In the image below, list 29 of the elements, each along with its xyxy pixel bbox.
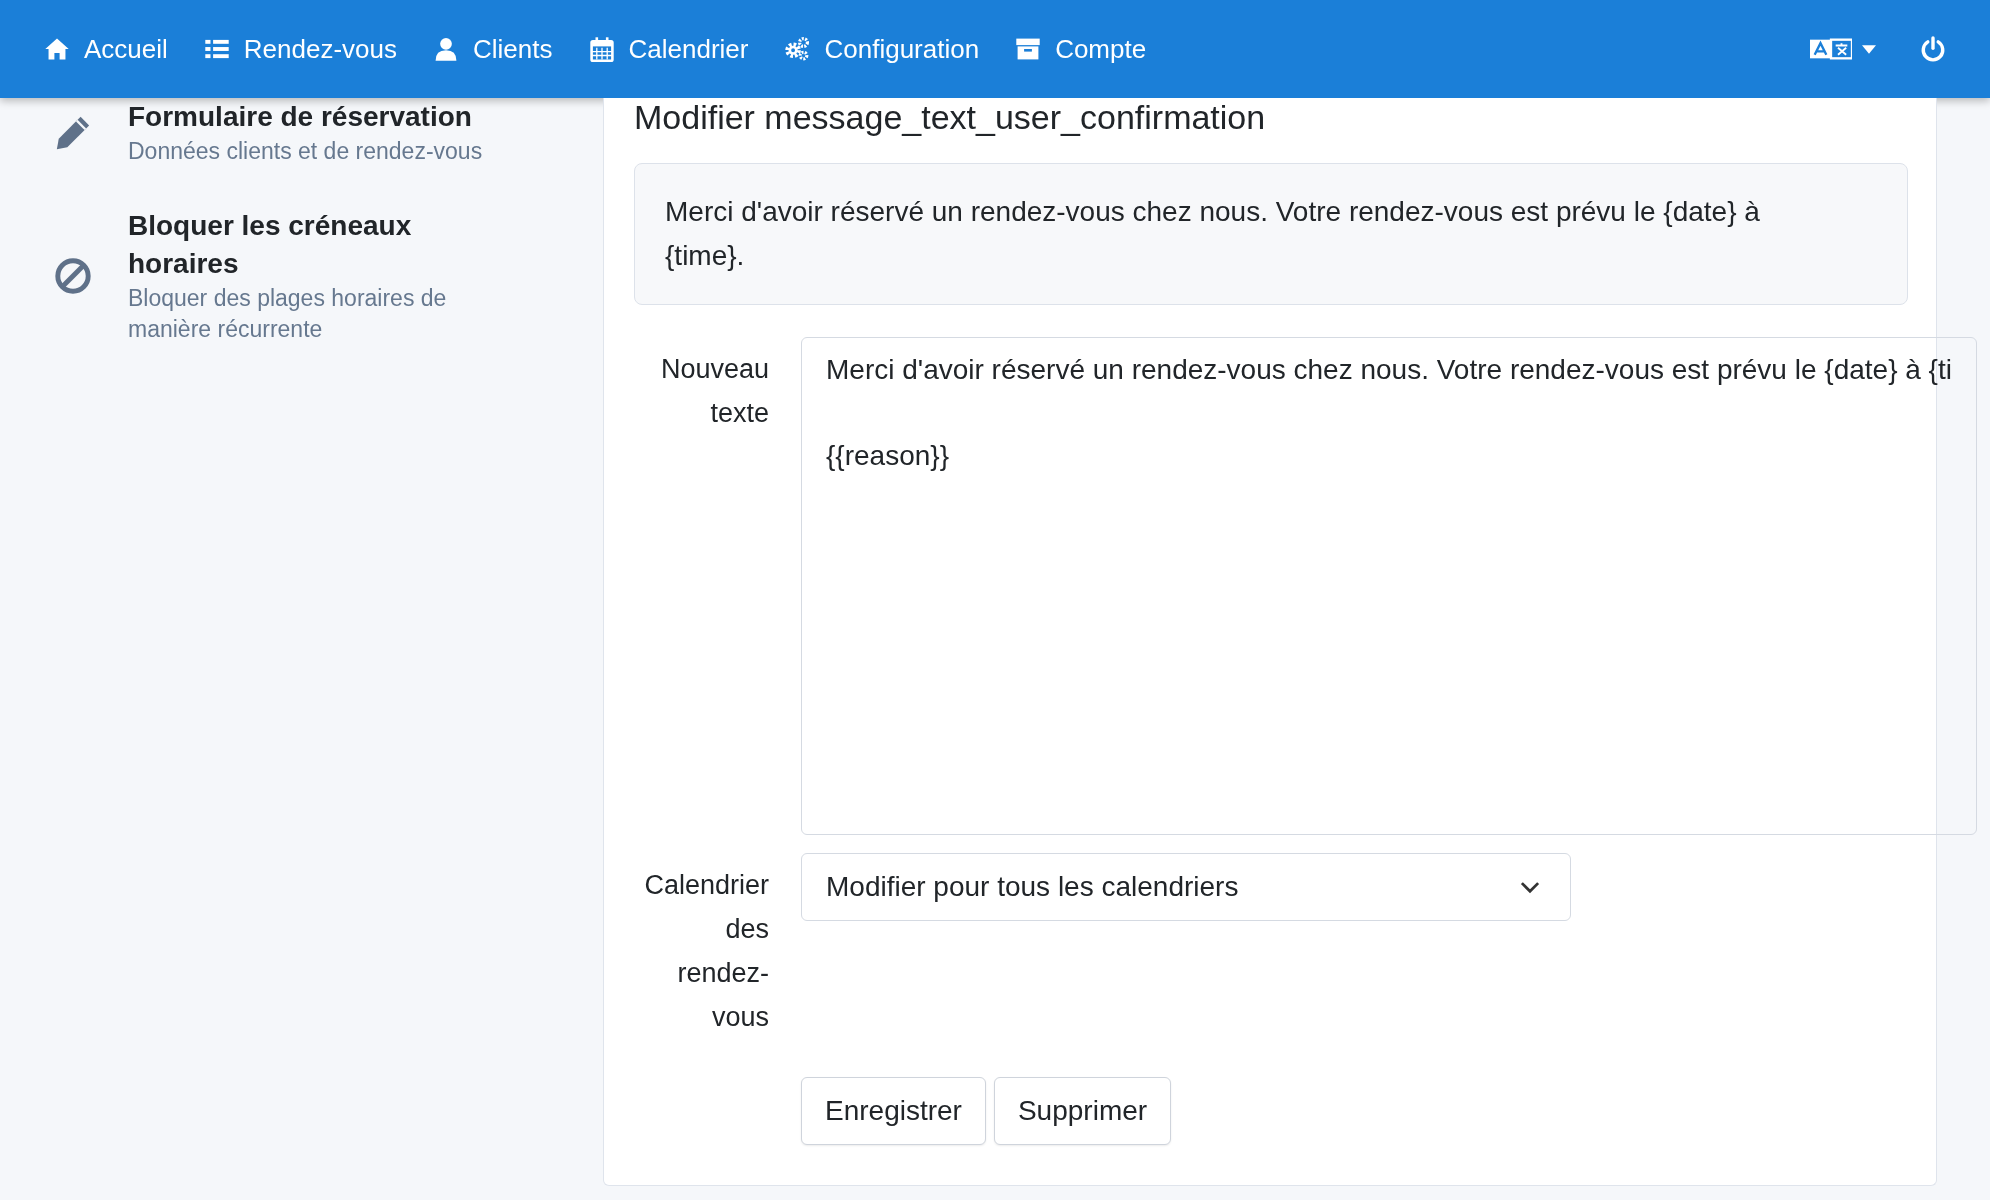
field-label: Nouveau texte [659,353,769,430]
nav-link[interactable]: Rendez-vous [203,33,398,65]
nav-link[interactable]: Configuration [784,33,980,65]
save-button[interactable]: Enregistrer [801,1077,986,1145]
nav-link[interactable]: Clients [433,33,553,65]
sidebar-item[interactable]: Formulaire de réservation Données clients et de rendez-vous [54,98,603,167]
sidebar-item-title: Formulaire de réservation [128,100,473,134]
calendar-select[interactable]: Modifier pour tous les calendriers [801,853,1571,921]
caret-icon [1862,44,1876,54]
calendar-icon [588,36,615,62]
power-icon [1920,36,1946,62]
sidebar-item-subtitle: Bloquer des plages horaires de manière récurrente [128,284,448,344]
gears-icon [784,36,811,62]
prohibited-icon [54,257,92,295]
delete-button[interactable]: Supprimer [993,1077,1172,1145]
chevron-down-icon [1520,880,1540,894]
nav-link[interactable]: Calendrier [588,33,749,65]
field-label: Calendrier des rendez-vous [643,869,769,1034]
home-icon [44,36,70,62]
sidebar-item[interactable]: Bloquer les créneaux horaires Bloquer des plages horaires de manière récurrente [54,207,603,345]
translate-icon [1810,37,1852,61]
archive-icon [1015,36,1042,62]
nav-link[interactable]: Accueil [44,33,168,65]
sidebar-item-subtitle: Données clients et de rendez-vous [128,137,484,166]
current-text-preview: Merci d'avoir réservé un rendez-vous chez nous. Votre rendez-vous est prévu le {date} à {time}. [634,163,1908,305]
editor-title: Modifier message_text_user_confirmation [634,98,1267,137]
new-text-field[interactable]: Merci d'avoir réservé un rendez-vous chez nous. Votre rendez-vous est prévu le {date} à {ti {{reason}} [801,337,1977,835]
nav-link[interactable]: Compte [1015,33,1147,65]
sidebar-item-title: Bloquer les créneaux horaires [128,209,413,281]
